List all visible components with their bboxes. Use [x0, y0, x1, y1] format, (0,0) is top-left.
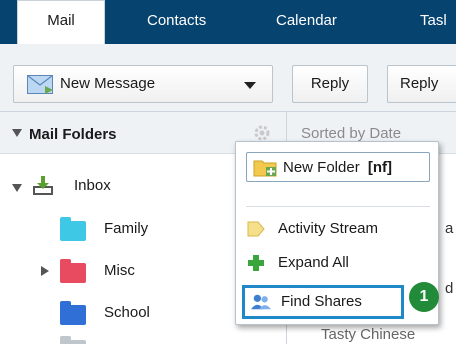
menu-item-activity-stream[interactable]: Activity Stream — [246, 214, 430, 244]
top-tab-bar: Mail Contacts Calendar Tasl — [0, 0, 456, 44]
shared-users-icon — [251, 294, 271, 310]
menu-label-new-folder: New Folder [nf] — [283, 159, 393, 176]
folder-icon — [60, 217, 86, 241]
inbox-icon — [33, 176, 53, 195]
folder-item-inbox[interactable]: Inbox — [0, 172, 230, 202]
step-number-badge: 1 — [409, 282, 439, 312]
folder-label-inbox: Inbox — [74, 177, 111, 194]
message-preview-text: a — [445, 220, 454, 237]
menu-label-expand-all: Expand All — [278, 254, 349, 271]
message-preview-text: d — [445, 280, 454, 297]
mail-toolbar: New Message Reply Reply — [0, 44, 456, 112]
plus-icon — [248, 255, 264, 271]
folder-label-school: School — [104, 304, 150, 321]
menu-item-new-folder[interactable]: New Folder [nf] — [246, 152, 430, 182]
folder-item-misc[interactable]: Misc — [0, 256, 230, 286]
reply-all-button[interactable]: Reply — [387, 65, 456, 103]
gear-icon[interactable] — [253, 124, 271, 142]
mail-folders-title: Mail Folders — [29, 126, 117, 143]
expand-icon[interactable] — [12, 184, 22, 192]
new-message-button[interactable]: New Message — [13, 65, 273, 103]
folder-label-family: Family — [104, 220, 149, 237]
folder-label-misc: Misc — [104, 262, 135, 279]
menu-item-expand-all[interactable]: Expand All — [246, 248, 430, 278]
new-message-label: New Message — [60, 75, 156, 92]
folder-icon — [60, 301, 86, 325]
collapse-icon[interactable] — [12, 129, 22, 137]
tab-tasks[interactable]: Tasl — [420, 12, 447, 29]
tab-contacts[interactable]: Contacts — [147, 12, 206, 29]
envelope-icon — [27, 75, 53, 94]
menu-label-activity-stream: Activity Stream — [278, 220, 379, 237]
reply-button[interactable]: Reply — [292, 65, 368, 103]
new-folder-icon — [253, 160, 277, 177]
chevron-down-icon[interactable] — [244, 82, 256, 89]
shortcut-hint: [nf] — [367, 159, 393, 176]
message-subject-text: Tasty Chinese — [321, 326, 416, 343]
folder-icon — [60, 259, 86, 283]
menu-item-find-shares[interactable]: Find Shares — [242, 285, 404, 319]
menu-divider — [246, 206, 430, 207]
tab-calendar[interactable]: Calendar — [276, 12, 337, 29]
folder-icon — [60, 336, 86, 344]
tag-icon — [247, 221, 265, 237]
folder-item-school[interactable]: School — [0, 298, 230, 328]
menu-label-find-shares: Find Shares — [281, 293, 362, 310]
folder-item-family[interactable]: Family — [0, 214, 230, 244]
expand-icon[interactable] — [41, 266, 49, 276]
tab-mail[interactable]: Mail — [17, 0, 105, 44]
sort-label: Sorted by Date — [301, 125, 402, 142]
